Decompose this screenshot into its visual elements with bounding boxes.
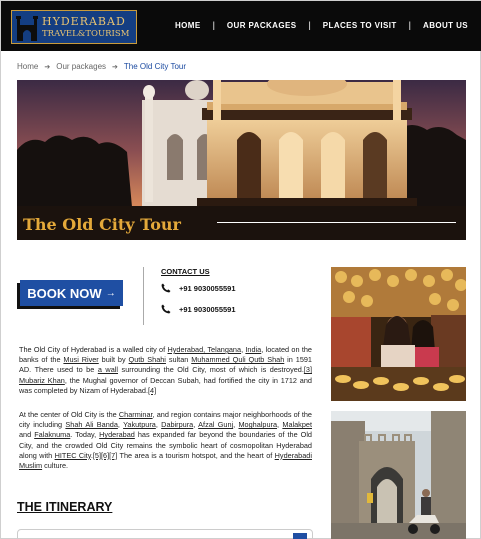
text: built by bbox=[98, 355, 129, 365]
site-header: HYDERABAD TRAVEL&TOURISM HOME | OUR PACK… bbox=[1, 1, 481, 51]
arrow-right-icon: ➔ bbox=[112, 63, 118, 71]
phone-number-1[interactable]: +91 9030055591 bbox=[161, 283, 236, 293]
nav-separator: | bbox=[308, 20, 311, 30]
link-citation-4[interactable]: [4] bbox=[148, 386, 156, 395]
nav-places-to-visit[interactable]: PLACES TO VISIT bbox=[323, 21, 397, 30]
link-shah-ali-banda[interactable]: Shah Ali Banda bbox=[65, 420, 117, 429]
contact-title: CONTACT US bbox=[161, 267, 210, 276]
link-falaknuma[interactable]: Falaknuma bbox=[34, 430, 70, 439]
link-hitec-city[interactable]: HITEC City bbox=[55, 451, 91, 460]
hero-divider bbox=[217, 222, 456, 223]
link-citation-3[interactable]: [3] bbox=[304, 365, 312, 374]
vertical-divider bbox=[143, 267, 144, 325]
nav-about-us[interactable]: ABOUT US bbox=[423, 21, 468, 30]
text: . Today, bbox=[70, 430, 100, 440]
text: and bbox=[19, 430, 35, 440]
arrow-right-icon: ➔ bbox=[44, 63, 51, 71]
text: The area is a tourism hotspot, and the h… bbox=[117, 450, 275, 460]
text: The Old City of Hyderabad is a walled ci… bbox=[19, 345, 168, 354]
site-logo[interactable]: HYDERABAD TRAVEL&TOURISM bbox=[11, 10, 137, 44]
phone-number-2[interactable]: +91 9030055591 bbox=[161, 304, 236, 314]
nav-home[interactable]: HOME bbox=[175, 21, 201, 30]
book-now-button[interactable]: BOOK NOW → bbox=[20, 280, 123, 306]
breadcrumb-current: The Old City Tour bbox=[123, 62, 187, 71]
breadcrumb-home[interactable]: Home bbox=[17, 62, 38, 71]
link-musi-river[interactable]: Musi River bbox=[63, 355, 98, 364]
link-muhammed-quli-qutb-shah[interactable]: Muhammed Quli Qutb Shah bbox=[191, 355, 284, 364]
phone-icon bbox=[161, 304, 171, 314]
link-moghalpura[interactable]: Moghalpura bbox=[238, 420, 277, 429]
hero-banner: The Old City Tour bbox=[17, 80, 466, 240]
link-charminar[interactable]: Charminar bbox=[119, 410, 153, 419]
link-qutb-shahi[interactable]: Qutb Shahi bbox=[129, 355, 166, 364]
text: sultan bbox=[165, 355, 192, 365]
link-yakutpura[interactable]: Yakutpura bbox=[123, 420, 156, 429]
itinerary-card[interactable] bbox=[17, 529, 313, 539]
arrow-right-icon: → bbox=[105, 287, 116, 299]
old-city-gate-photo bbox=[331, 411, 466, 539]
link-citations-5-6-7[interactable]: [5][6][7] bbox=[93, 451, 117, 460]
link-a-wall[interactable]: a wall bbox=[98, 365, 118, 374]
intro-paragraph: The Old City of Hyderabad is a walled ci… bbox=[19, 345, 312, 396]
nav-separator: | bbox=[212, 20, 215, 30]
phone-text: +91 9030055591 bbox=[179, 304, 236, 314]
link-afzal-gunj[interactable]: Afzal Gunj bbox=[198, 420, 233, 429]
text: culture. bbox=[42, 461, 69, 471]
phone-icon bbox=[161, 283, 171, 293]
hero-title: The Old City Tour bbox=[23, 215, 181, 234]
breadcrumb-our-packages[interactable]: Our packages bbox=[56, 62, 106, 71]
nav-separator: | bbox=[408, 20, 412, 30]
link-dabirpura[interactable]: Dabirpura bbox=[161, 420, 193, 429]
charminar-logo-icon bbox=[16, 13, 38, 41]
center-paragraph: At the center of Old City is the Charmin… bbox=[19, 410, 312, 471]
logo-title: HYDERABAD bbox=[42, 14, 126, 28]
main-nav: HOME | OUR PACKAGES | PLACES TO VISIT | … bbox=[175, 20, 468, 30]
itinerary-toggle-button[interactable] bbox=[293, 533, 307, 539]
text: surrounding the Old City, most of which … bbox=[118, 365, 304, 375]
link-hyderabad-telangana[interactable]: Hyderabad, Telangana bbox=[167, 345, 241, 354]
nav-our-packages[interactable]: OUR PACKAGES bbox=[227, 21, 297, 30]
itinerary-title: THE ITINERARY bbox=[17, 500, 113, 514]
logo-subtitle: TRAVEL&TOURISM bbox=[42, 28, 130, 39]
link-mubariz-khan[interactable]: Mubariz Khan bbox=[19, 376, 65, 385]
breadcrumb: Home ➔ Our packages ➔ The Old City Tour bbox=[17, 62, 186, 71]
bangle-market-photo bbox=[331, 267, 466, 401]
link-hyderabad[interactable]: Hyderabad bbox=[99, 430, 135, 439]
phone-text: +91 9030055591 bbox=[179, 283, 236, 293]
text: At the center of Old City is the bbox=[19, 410, 119, 419]
link-malakpet[interactable]: Malakpet bbox=[282, 420, 312, 429]
book-now-label: BOOK NOW bbox=[27, 285, 102, 301]
link-india[interactable]: India bbox=[245, 345, 261, 354]
